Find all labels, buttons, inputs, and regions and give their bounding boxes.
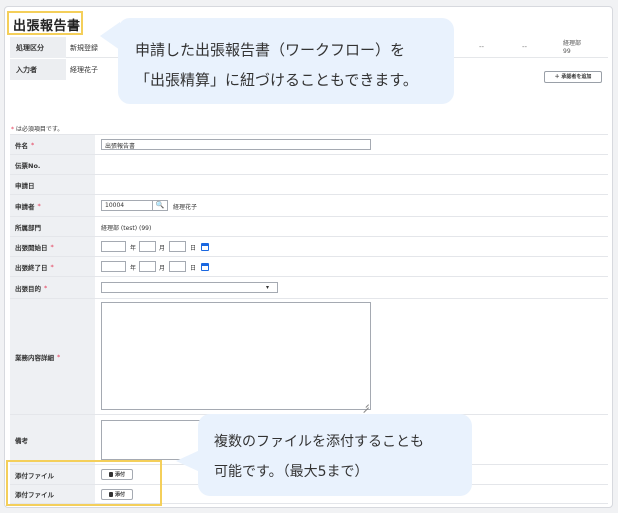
add-approver-button[interactable]: ＋ 承認者を追加	[544, 71, 602, 83]
process-type-value: 新規登録	[70, 44, 98, 52]
applicant-code-input[interactable]: 10004	[101, 200, 153, 211]
end-date-row: 出張終了日 * 年 月 日	[10, 256, 608, 276]
resize-grip-icon[interactable]	[363, 407, 369, 413]
callout-bottom-line1: 複数のファイルを添付することも	[214, 434, 424, 450]
callout-top-line2: 「出張精算」に紐づけることもできます。	[135, 71, 418, 89]
details-row: 業務内容詳細 *	[10, 298, 608, 414]
callout-top: 申請した出張報告書（ワークフロー）を 「出張精算」に紐づけることもできます。	[118, 18, 454, 104]
subject-label: 件名 *	[10, 135, 95, 154]
approver-dept: 経理部 99	[563, 40, 581, 56]
entrant-value: 経理花子	[70, 66, 98, 74]
start-date-label: 出張開始日 *	[10, 237, 95, 256]
start-date-row: 出張開始日 * 年 月 日	[10, 236, 608, 256]
page: 出張報告書 処理区分 新規登録 入力者 経理花子 -- -- 経理部 99 ＋ …	[0, 0, 618, 513]
department-label: 所属部門	[10, 217, 95, 236]
callout-bottom-line2: 可能です。（最大5まで）	[214, 464, 369, 480]
end-month-unit: 月	[159, 265, 166, 272]
purpose-row: 出張目的 * ▾	[10, 276, 608, 298]
start-month-input[interactable]	[139, 241, 156, 252]
end-year-unit: 年	[130, 265, 137, 272]
purpose-label: 出張目的 *	[10, 277, 95, 298]
start-month-unit: 月	[159, 245, 166, 252]
end-day-unit: 日	[190, 265, 197, 272]
attachment-highlight	[6, 460, 162, 506]
entrant-label: 入力者	[10, 59, 66, 80]
chevron-down-icon: ▾	[265, 284, 269, 291]
applicant-name: 経理花子	[173, 204, 198, 211]
page-title: 出張報告書	[7, 11, 83, 35]
purpose-select[interactable]: ▾	[101, 282, 278, 293]
slip-no-label: 伝票No.	[10, 155, 95, 174]
start-year-unit: 年	[130, 245, 137, 252]
details-label: 業務内容詳細 *	[10, 299, 95, 414]
approver-dept-code: 99	[563, 48, 571, 55]
calendar-icon[interactable]	[201, 263, 209, 271]
subject-row: 件名 * 出張報告書	[10, 134, 608, 154]
start-day-unit: 日	[190, 245, 197, 252]
applicant-row: 申請者 * 10004 🔍 経理花子	[10, 194, 608, 216]
approver-dept-name: 経理部	[563, 40, 582, 47]
slip-no-row: 伝票No.	[10, 154, 608, 174]
process-type-label: 処理区分	[10, 37, 66, 58]
end-month-input[interactable]	[139, 261, 156, 272]
remarks-label: 備考	[10, 415, 95, 464]
applicant-label: 申請者 *	[10, 195, 95, 216]
end-date-label: 出張終了日 *	[10, 257, 95, 276]
callout-bottom-tail	[176, 450, 200, 472]
required-note: * は必須項目です。	[11, 124, 63, 133]
callout-bottom: 複数のファイルを添付することも 可能です。（最大5まで）	[198, 414, 472, 496]
apply-date-label: 申請日	[10, 175, 95, 194]
end-day-input[interactable]	[169, 261, 186, 272]
callout-top-line1: 申請した出張報告書（ワークフロー）を	[135, 41, 406, 59]
department-value: 経理部 (test) (99)	[101, 225, 152, 232]
calendar-icon[interactable]	[201, 243, 209, 251]
search-icon[interactable]: 🔍	[152, 200, 168, 211]
start-year-input[interactable]	[101, 241, 126, 252]
subject-input[interactable]: 出張報告書	[101, 139, 371, 150]
department-row: 所属部門 経理部 (test) (99)	[10, 216, 608, 236]
callout-top-tail	[100, 22, 120, 50]
start-day-input[interactable]	[169, 241, 186, 252]
end-year-input[interactable]	[101, 261, 126, 272]
approver-placeholder-2: --	[522, 43, 528, 51]
details-textarea[interactable]	[101, 302, 371, 413]
approver-placeholder-1: --	[479, 43, 485, 51]
apply-date-row: 申請日	[10, 174, 608, 194]
required-note-text: は必須項目です。	[14, 126, 64, 133]
